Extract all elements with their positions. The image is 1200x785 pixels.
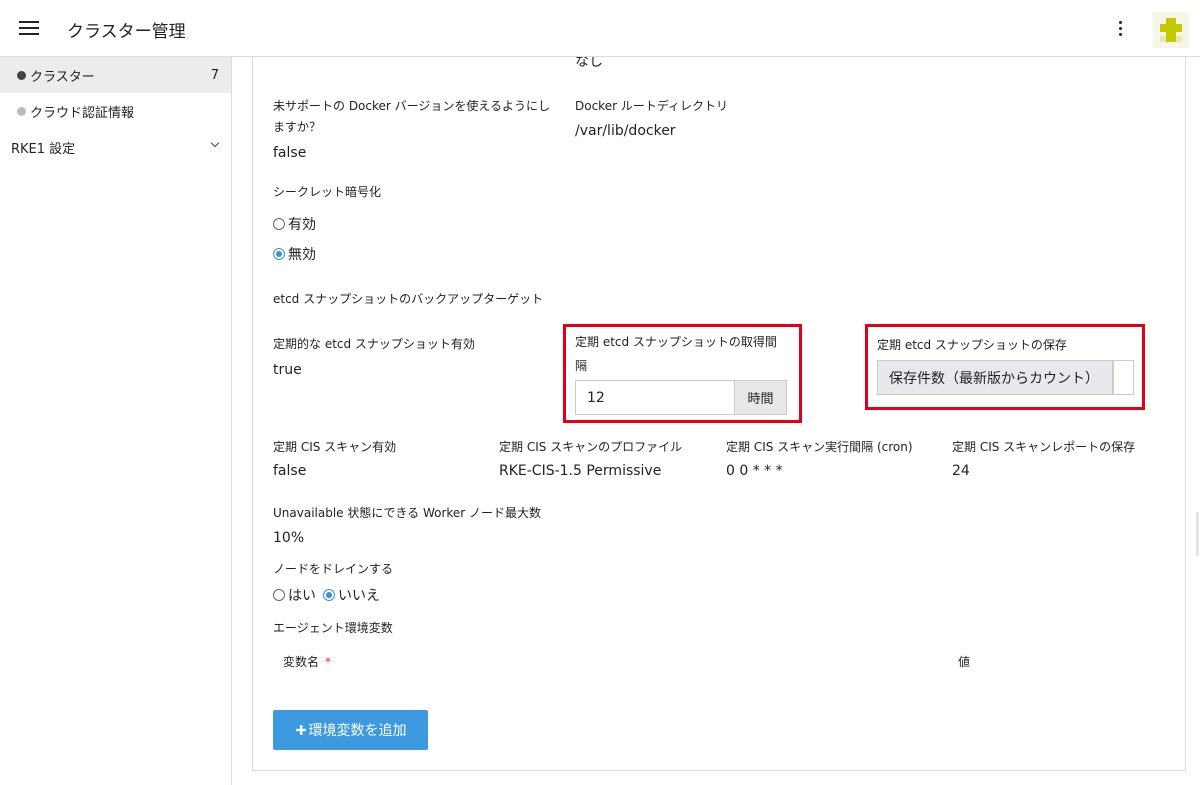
- cis-enabled-label: 定期 CIS スキャン有効: [273, 440, 397, 454]
- secret-encryption-disabled-radio[interactable]: 無効: [273, 244, 316, 264]
- partial-value-left: false: [273, 57, 306, 59]
- top-bar: クラスター管理: [0, 0, 1200, 57]
- docker-unsupported-label-cont: ますか？: [273, 120, 322, 134]
- main-content: false なし 未サポートの Docker バージョンを使えるようにし ますか…: [232, 57, 1200, 785]
- drain-nodes-no-radio[interactable]: いいえ: [323, 585, 380, 605]
- cis-retention-label: 定期 CIS スキャンレポートの保存: [952, 440, 1136, 454]
- etcd-interval-unit: 時間: [735, 380, 787, 415]
- more-options-icon[interactable]: [1113, 17, 1127, 39]
- etcd-interval-label: 定期 etcd スナップショットの取得間: [575, 335, 777, 349]
- secret-encryption-enabled-radio[interactable]: 有効: [273, 214, 316, 234]
- drain-nodes-yes-radio[interactable]: はい: [273, 585, 316, 605]
- add-env-var-label: 環境変数を追加: [308, 723, 407, 739]
- page-title: クラスター管理: [67, 22, 186, 42]
- etcd-backup-target-label: etcd スナップショットのバックアップターゲット: [273, 292, 544, 306]
- menu-icon[interactable]: [19, 21, 39, 35]
- globe-icon: [17, 106, 26, 116]
- etcd-interval-label-cont: 隔: [575, 359, 588, 373]
- scrollbar[interactable]: [1196, 512, 1199, 556]
- sidebar-item-label: クラスター: [30, 69, 95, 85]
- etcd-retention-input[interactable]: [1113, 360, 1134, 395]
- sidebar-item-clusters[interactable]: クラスター 7: [0, 57, 231, 93]
- add-env-var-button[interactable]: 環境変数を追加: [273, 710, 428, 750]
- etcd-retention-select[interactable]: 保存件数（最新版からカウント）: [877, 360, 1113, 395]
- sidebar-item-rke1-settings[interactable]: RKE1 設定: [0, 129, 231, 165]
- sidebar-item-label: RKE1 設定: [11, 141, 76, 157]
- docker-root-value: /var/lib/docker: [575, 123, 676, 139]
- etcd-interval-input[interactable]: 12: [575, 380, 735, 415]
- env-value-column-header: 値: [958, 655, 971, 669]
- plus-icon: [295, 725, 306, 735]
- cis-enabled-value: false: [273, 463, 307, 479]
- avatar[interactable]: [1153, 12, 1189, 48]
- drain-nodes-label: ノードをドレインする: [273, 562, 394, 576]
- radio-label: 有効: [288, 217, 316, 233]
- cis-interval-label: 定期 CIS スキャン実行間隔 (cron): [726, 440, 913, 454]
- chevron-down-icon: [210, 138, 220, 148]
- agent-env-label: エージェント環境変数: [273, 621, 393, 635]
- sidebar-item-cloud-credentials[interactable]: クラウド認証情報: [0, 93, 231, 129]
- globe-icon: [17, 70, 26, 80]
- docker-unsupported-value: false: [273, 145, 307, 161]
- docker-root-label: Docker ルートディレクトリ: [575, 99, 728, 113]
- partial-value-right: なし: [575, 57, 603, 70]
- radio-label: いいえ: [338, 588, 380, 604]
- radio-off-icon: [273, 218, 285, 230]
- required-mark: *: [325, 655, 332, 669]
- radio-on-icon: [323, 589, 335, 601]
- etcd-periodic-value: true: [273, 362, 302, 378]
- env-name-header-text: 変数名: [283, 655, 320, 669]
- secret-encryption-label: シークレット暗号化: [273, 185, 382, 199]
- sidebar-item-count: 7: [210, 67, 219, 83]
- avatar-icon: [1160, 18, 1182, 42]
- sidebar: クラスター 7 クラウド認証情報 RKE1 設定: [0, 57, 232, 785]
- sidebar-item-label: クラウド認証情報: [30, 105, 135, 121]
- radio-off-icon: [273, 589, 285, 601]
- etcd-retention-label: 定期 etcd スナップショットの保存: [877, 338, 1067, 352]
- cis-retention-value: 24: [952, 463, 970, 479]
- env-name-column-header: 変数名 *: [283, 653, 331, 670]
- cis-profile-value: RKE-CIS-1.5 Permissive: [499, 463, 662, 479]
- radio-label: はい: [288, 588, 316, 604]
- docker-unsupported-label: 未サポートの Docker バージョンを使えるようにし: [273, 99, 551, 113]
- radio-on-icon: [273, 248, 285, 260]
- unavailable-workers-value: 10%: [273, 530, 305, 546]
- unavailable-workers-label: Unavailable 状態にできる Worker ノード最大数: [273, 506, 542, 520]
- cis-profile-label: 定期 CIS スキャンのプロファイル: [499, 440, 683, 454]
- radio-label: 無効: [288, 247, 316, 263]
- etcd-periodic-label: 定期的な etcd スナップショット有効: [273, 337, 475, 351]
- cis-interval-value: 0 0 * * *: [726, 463, 783, 479]
